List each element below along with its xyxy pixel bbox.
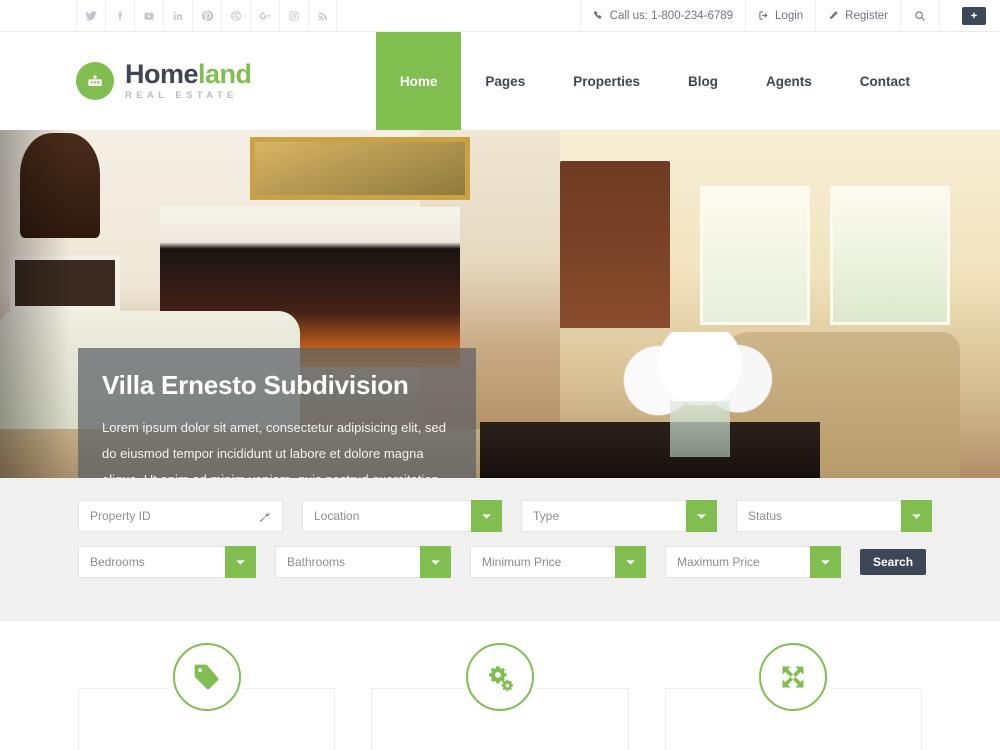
- search-row-1: Property ID Location Type Status: [78, 500, 1000, 532]
- login-link[interactable]: Login: [745, 0, 815, 31]
- nav-item-agents[interactable]: Agents: [742, 32, 836, 130]
- hero-title: Villa Ernesto Subdivision: [102, 370, 409, 400]
- chevron-down-icon[interactable]: [420, 546, 451, 578]
- type-label: Type: [533, 509, 560, 523]
- register-label: Register: [845, 9, 888, 22]
- expand-arrows-icon: [759, 643, 828, 711]
- linkedin-icon[interactable]: [163, 0, 192, 31]
- nav-item-properties[interactable]: Properties: [549, 32, 664, 130]
- search-select-location[interactable]: Location: [302, 500, 502, 532]
- chevron-down-icon[interactable]: [901, 500, 932, 532]
- facebook-icon[interactable]: [105, 0, 134, 31]
- chevron-down-icon[interactable]: [686, 500, 717, 532]
- twitter-icon[interactable]: [76, 0, 105, 31]
- chevron-down-icon[interactable]: [471, 500, 502, 532]
- pencil-icon: [828, 10, 839, 21]
- dribbble-icon[interactable]: [221, 0, 250, 31]
- nav-item-home[interactable]: Home: [375, 32, 462, 130]
- gears-icon: [465, 643, 534, 711]
- search-input-property-id[interactable]: Property ID: [78, 500, 283, 532]
- nav-item-pages[interactable]: Pages: [461, 32, 549, 130]
- site-header: Homeland REAL ESTATE Home Pages Properti…: [0, 32, 1000, 130]
- chevron-down-icon[interactable]: [810, 546, 841, 578]
- chevron-down-icon[interactable]: [615, 546, 646, 578]
- search-select-minimum-price[interactable]: Minimum Price: [470, 546, 646, 578]
- phone-info: Call us: 1-800-234-6789: [579, 0, 745, 31]
- feature-box-1[interactable]: [78, 643, 336, 750]
- hero-vase: [670, 401, 730, 458]
- logo-text: Homeland REAL ESTATE: [125, 61, 252, 101]
- search-icon[interactable]: [900, 0, 940, 31]
- register-link[interactable]: Register: [815, 0, 900, 31]
- login-label: Login: [775, 9, 804, 22]
- search-select-status[interactable]: Status: [736, 500, 932, 532]
- wrench-icon: [258, 510, 282, 523]
- social-links: [76, 0, 337, 31]
- phone-icon: [593, 10, 604, 21]
- instagram-icon[interactable]: [279, 0, 308, 31]
- hero-cabinet: [560, 161, 670, 329]
- logo-tagline: REAL ESTATE: [125, 90, 238, 102]
- minimum-price-label: Minimum Price: [482, 555, 562, 569]
- google-plus-icon[interactable]: [250, 0, 279, 31]
- search-button[interactable]: Search: [860, 549, 927, 575]
- feature-box-2[interactable]: [371, 643, 629, 750]
- search-select-bathrooms[interactable]: Bathrooms: [275, 546, 451, 578]
- logo-name-dark: Home: [125, 59, 199, 90]
- feature-boxes-inner: [78, 621, 922, 750]
- property-search-panel: Property ID Location Type Status Bedroom…: [0, 478, 1000, 621]
- top-bar-spacer: [337, 0, 580, 31]
- hero-caption: Villa Ernesto Subdivision Lorem ipsum do…: [78, 348, 476, 478]
- status-label: Status: [748, 509, 783, 523]
- login-icon: [758, 10, 769, 21]
- search-select-maximum-price[interactable]: Maximum Price: [665, 546, 841, 578]
- hero-window-right: [830, 185, 950, 325]
- tag-icon: [172, 643, 241, 711]
- top-bar: Call us: 1-800-234-6789 Login Register: [0, 0, 1000, 32]
- hero-description: Lorem ipsum dolor sit amet, consectetur …: [102, 420, 446, 478]
- hero-wall-painting: [250, 136, 470, 200]
- main-navigation: Home Pages Properties Blog Agents Contac…: [375, 32, 1000, 130]
- property-id-placeholder: Property ID: [90, 509, 151, 523]
- rss-icon[interactable]: [308, 0, 337, 31]
- chevron-down-icon[interactable]: [225, 546, 256, 578]
- add-button[interactable]: [962, 6, 986, 25]
- nav-item-blog[interactable]: Blog: [664, 32, 742, 130]
- search-row-2: Bedrooms Bathrooms Minimum Price Maximum…: [78, 546, 1000, 578]
- hero-window-left: [700, 185, 810, 325]
- bathrooms-label: Bathrooms: [287, 555, 346, 569]
- hero-left-shadow: [0, 130, 70, 478]
- feature-box-3[interactable]: [664, 643, 922, 750]
- location-label: Location: [314, 509, 360, 523]
- site-logo[interactable]: Homeland REAL ESTATE: [76, 32, 252, 130]
- hero-caption-body: Villa Ernesto Subdivision Lorem ipsum do…: [78, 348, 476, 478]
- logo-name-green: land: [198, 59, 252, 90]
- search-select-type[interactable]: Type: [521, 500, 717, 532]
- top-bar-actions: Call us: 1-800-234-6789 Login Register: [579, 0, 1000, 31]
- feature-boxes: [0, 621, 1000, 750]
- pinterest-icon[interactable]: [192, 0, 221, 31]
- bedrooms-label: Bedrooms: [90, 555, 145, 569]
- maximum-price-label: Maximum Price: [677, 555, 760, 569]
- search-select-bedrooms[interactable]: Bedrooms: [78, 546, 256, 578]
- hero-slider: Villa Ernesto Subdivision Lorem ipsum do…: [0, 130, 1000, 478]
- hero-coffee-table: [480, 422, 820, 478]
- house-icon: [76, 62, 114, 100]
- youtube-icon[interactable]: [134, 0, 163, 31]
- nav-item-contact[interactable]: Contact: [836, 32, 934, 130]
- nav-right-padding: [934, 32, 1000, 130]
- logo-name: Homeland: [125, 59, 252, 89]
- phone-label: Call us: 1-800-234-6789: [609, 9, 734, 22]
- add-button-wrap: [940, 0, 1000, 31]
